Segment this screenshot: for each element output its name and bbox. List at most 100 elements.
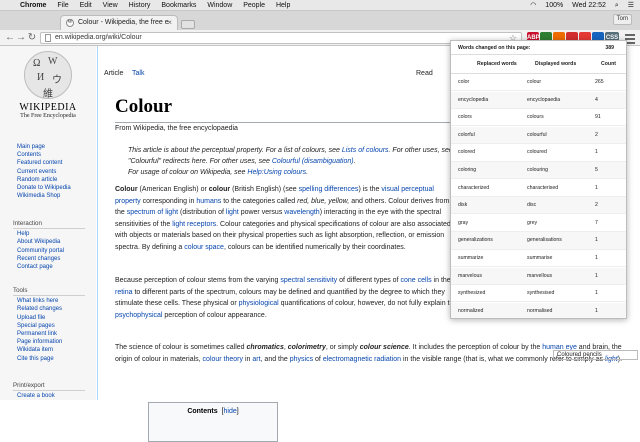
menu-status-area: ◠ 100% Wed 22:52 ⌕ ☰: [523, 0, 634, 10]
table-row: colorful colourful 2: [451, 126, 626, 145]
displayed-word: grey: [527, 219, 538, 226]
nav-contact-page[interactable]: Contact page: [17, 263, 85, 271]
nav-wikimedia-shop[interactable]: Wikimedia Shop: [17, 192, 71, 200]
nav-contents[interactable]: Contents: [17, 151, 71, 159]
table-row: colored coloured 1: [451, 144, 626, 162]
article-link[interactable]: spectrum of light: [127, 209, 178, 216]
browser-tab[interactable]: W Colour - Wikipedia, the free e ×: [60, 15, 178, 30]
nav-featured-content[interactable]: Featured content: [17, 159, 71, 167]
displayed-word: coloured: [527, 149, 547, 156]
notification-center-icon[interactable]: ☰: [628, 2, 634, 9]
nav-main-page[interactable]: Main page: [17, 143, 71, 151]
article-link[interactable]: light: [226, 209, 239, 216]
nav-donate[interactable]: Donate to Wikipedia: [17, 184, 71, 192]
tool-upload-file[interactable]: Upload file: [17, 314, 85, 322]
replaced-word: encyclopedia: [458, 96, 489, 103]
tool-permanent-link[interactable]: Permanent link: [17, 330, 85, 338]
tool-what-links-here[interactable]: What links here: [17, 297, 85, 305]
table-row: synthesized synthesised 1: [451, 285, 626, 303]
tool-page-information[interactable]: Page information: [17, 338, 85, 346]
print-section: Print/export Create a book: [13, 382, 85, 400]
replacement-count: 91: [595, 114, 601, 121]
article-link[interactable]: physiological: [239, 300, 279, 307]
menu-edit[interactable]: Edit: [80, 2, 92, 9]
hatnote-link[interactable]: Help:Using colours: [247, 169, 306, 176]
nav-recent-changes[interactable]: Recent changes: [17, 255, 85, 263]
menu-people[interactable]: People: [243, 2, 265, 9]
article-link[interactable]: electromagnetic radiation: [323, 356, 401, 363]
displayed-word: encyclopaedia: [527, 96, 561, 103]
article-link[interactable]: spectral sensitivity: [280, 277, 337, 284]
table-row: characterized characterised 1: [451, 180, 626, 197]
menu-help[interactable]: Help: [276, 2, 290, 9]
tab-article[interactable]: Article: [104, 70, 123, 77]
nav-community-portal[interactable]: Community portal: [17, 247, 85, 255]
article-link[interactable]: light receptors: [172, 221, 216, 228]
reload-icon[interactable]: ↻: [26, 32, 38, 44]
wikipedia-logo[interactable]: Ω W И ウ 維 WIKIPEDIA The Free Encyclopedi…: [18, 51, 78, 127]
hatnote-link[interactable]: Lists of colours: [342, 147, 389, 154]
print-heading[interactable]: Print/export: [13, 382, 85, 392]
displayed-word: synthesised: [527, 290, 555, 297]
search-icon[interactable]: ⌕: [615, 2, 619, 9]
page-title: Colour: [115, 96, 172, 117]
menu-view[interactable]: View: [103, 2, 118, 9]
url-text: en.wikipedia.org/wiki/Colour: [55, 34, 142, 41]
battery-indicator[interactable]: 100%: [545, 2, 563, 9]
menu-chrome[interactable]: Chrome: [20, 2, 46, 9]
article-link[interactable]: colour theory: [203, 356, 243, 363]
replacement-count: 5: [595, 167, 598, 173]
popup-title: Words changed on this page:: [458, 45, 531, 51]
menu-history[interactable]: History: [129, 2, 151, 9]
nav-help[interactable]: Help: [17, 230, 85, 238]
article-link[interactable]: spelling differences: [299, 186, 359, 193]
toc-hide-link[interactable]: hide: [224, 408, 237, 415]
wifi-icon[interactable]: ◠: [530, 2, 536, 9]
article-link[interactable]: colour space: [184, 244, 224, 251]
displayed-word: summarise: [527, 255, 553, 261]
tool-wikidata-item[interactable]: Wikidata item: [17, 346, 85, 354]
nav-current-events[interactable]: Current events: [17, 168, 71, 176]
wikipedia-wordmark: WIKIPEDIA: [19, 102, 77, 113]
article-link[interactable]: physics: [290, 356, 313, 363]
replaced-word: normalized: [458, 307, 484, 314]
clock[interactable]: Wed 22:52: [572, 2, 606, 9]
table-row: gray grey 7: [451, 215, 626, 233]
print-create-book[interactable]: Create a book: [17, 392, 85, 400]
col-replaced-words: Replaced words: [477, 61, 517, 67]
wikipedia-tagline: The Free Encyclopedia: [20, 113, 76, 119]
menu-window[interactable]: Window: [207, 2, 232, 9]
table-row: disk disc 2: [451, 197, 626, 215]
table-row: generalizations generalisations 1: [451, 232, 626, 250]
replaced-word: marvelous: [458, 272, 482, 279]
tool-special-pages[interactable]: Special pages: [17, 322, 85, 330]
article-link[interactable]: wavelength: [284, 209, 319, 216]
hatnote-link[interactable]: Colourful (disambiguation): [272, 158, 354, 165]
displayed-word: colouring: [527, 167, 549, 173]
article-link[interactable]: art: [252, 356, 260, 363]
tab-talk[interactable]: Talk: [132, 70, 144, 77]
tool-cite-this-page[interactable]: Cite this page: [17, 355, 85, 363]
tools-heading[interactable]: Tools: [13, 287, 85, 297]
displayed-word: generalisations: [527, 237, 562, 244]
replacement-count: 1: [595, 149, 598, 156]
nav-about[interactable]: About Wikipedia: [17, 238, 85, 246]
article-link[interactable]: psychophysical: [115, 312, 162, 319]
interaction-heading[interactable]: Interaction: [13, 220, 85, 230]
replaced-word: coloring: [458, 167, 477, 173]
table-row: color colour 265: [451, 74, 626, 92]
view-tabs: Read: [416, 70, 443, 77]
tool-related-changes[interactable]: Related changes: [17, 305, 85, 313]
article-link[interactable]: cone cells: [400, 277, 431, 284]
article-link[interactable]: retina: [115, 289, 133, 296]
nav-random-article[interactable]: Random article: [17, 176, 71, 184]
tab-read[interactable]: Read: [416, 70, 433, 77]
new-tab-button[interactable]: [181, 20, 195, 29]
close-icon[interactable]: ×: [167, 16, 172, 30]
profile-button[interactable]: Tom: [612, 14, 632, 25]
toc-title: Contents: [187, 408, 218, 415]
menu-file[interactable]: File: [57, 2, 68, 9]
menu-bookmarks[interactable]: Bookmarks: [161, 2, 196, 9]
article-link[interactable]: humans: [196, 198, 221, 205]
tools-section: Tools What links here Related changes Up…: [13, 287, 85, 363]
